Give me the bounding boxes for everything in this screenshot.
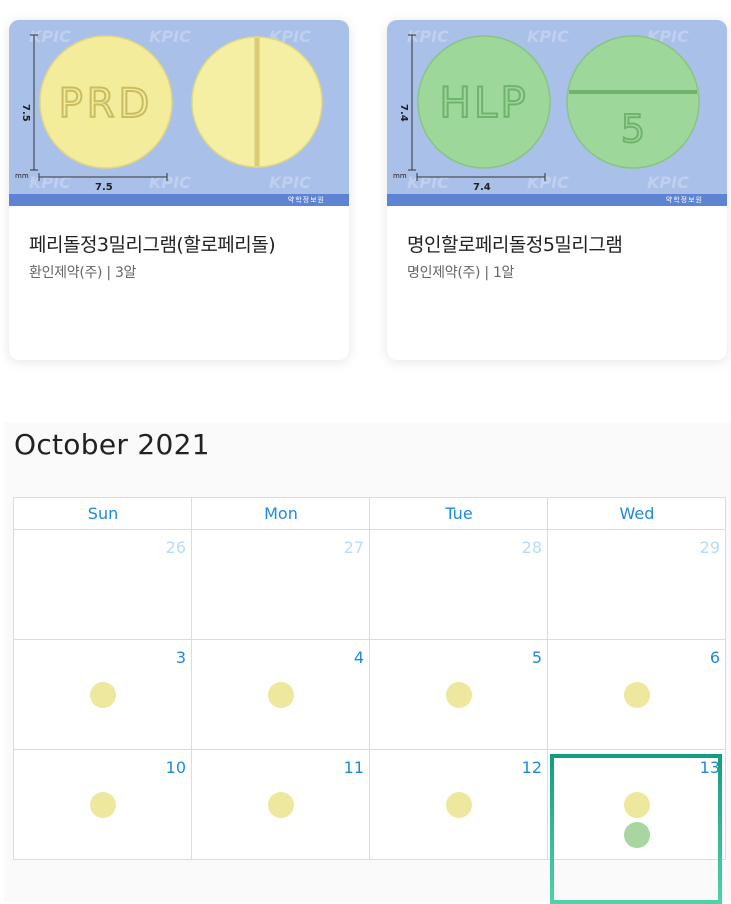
pill-maker-count: 명인제약(주) | 1알 xyxy=(407,265,515,281)
day-number: 4 xyxy=(353,648,364,667)
pill-photo-1: KPIC KPIC KPIC KPIC KPIC KPIC KPIC KPIC … xyxy=(15,27,323,193)
watermark-text: KPIC xyxy=(29,173,71,192)
calendar: October 2021 Sun Mon Tue Wed 26 27 28 29 3 4 5 6 10 1… xyxy=(4,422,731,904)
pill-width-label: 7.5 xyxy=(95,182,113,193)
yellow-pill-dot xyxy=(624,682,650,708)
pill-image-1: KPIC KPIC KPIC KPIC KPIC KPIC KPIC KPIC … xyxy=(9,20,349,206)
calendar-day-cell[interactable]: 28 xyxy=(369,530,548,640)
calendar-day-cell[interactable]: 3 xyxy=(13,640,192,750)
pill-image-2: KPIC KPIC KPIC KPIC KPIC KPIC KPIC KPIC … xyxy=(387,20,727,206)
calendar-day-cell[interactable]: 26 xyxy=(13,530,192,640)
pill-card-1[interactable]: KPIC KPIC KPIC KPIC KPIC KPIC KPIC KPIC … xyxy=(9,20,349,360)
day-number: 12 xyxy=(521,758,542,777)
today-highlight xyxy=(550,754,722,904)
calendar-day-cell[interactable]: 6 xyxy=(547,640,726,750)
image-credit: 약학정보원 xyxy=(665,196,703,204)
day-number: 5 xyxy=(531,648,542,667)
watermark-text: KPIC xyxy=(269,173,311,192)
weekday-header-wed: Wed xyxy=(547,497,726,530)
watermark-text: KPIC xyxy=(647,173,689,192)
calendar-day-cell[interactable]: 11 xyxy=(191,750,370,860)
watermark-text: KPIC xyxy=(149,173,191,192)
day-number: 26 xyxy=(165,538,186,557)
calendar-title: October 2021 xyxy=(14,428,210,461)
watermark-text: KPIC xyxy=(149,27,191,46)
yellow-pill-dot xyxy=(446,792,472,818)
pill-name[interactable]: 명인할로페리돌정5밀리그램 xyxy=(407,230,623,257)
calendar-day-cell[interactable]: 5 xyxy=(369,640,548,750)
weekday-header-sun: Sun xyxy=(13,497,192,530)
pill-height-label: 7.5 xyxy=(20,104,31,122)
pill-width-label: 7.4 xyxy=(473,182,491,193)
yellow-pill-dot xyxy=(90,682,116,708)
pill-unit-label: mm xyxy=(15,172,29,180)
pill-unit-label: mm xyxy=(393,172,407,180)
watermark-text: KPIC xyxy=(407,173,449,192)
pill-card-2[interactable]: KPIC KPIC KPIC KPIC KPIC KPIC KPIC KPIC … xyxy=(387,20,727,360)
day-number: 28 xyxy=(521,538,542,557)
yellow-pill-dot xyxy=(90,792,116,818)
pill-imprint-front: HLP xyxy=(439,78,528,127)
calendar-day-cell[interactable]: 4 xyxy=(191,640,370,750)
watermark-text: KPIC xyxy=(407,27,449,46)
pill-name[interactable]: 페리돌정3밀리그램(할로페리돌) xyxy=(29,230,276,257)
day-number: 27 xyxy=(343,538,364,557)
grid-edge xyxy=(725,497,726,860)
day-number: 11 xyxy=(343,758,364,777)
image-credit: 약학정보원 xyxy=(287,196,325,204)
pill-photo-2: KPIC KPIC KPIC KPIC KPIC KPIC KPIC KPIC … xyxy=(393,27,700,193)
watermark-text: KPIC xyxy=(527,173,569,192)
day-number: 3 xyxy=(175,648,186,667)
day-number: 29 xyxy=(699,538,720,557)
weekday-header-tue: Tue xyxy=(369,497,548,530)
day-number: 6 xyxy=(709,648,720,667)
calendar-day-cell[interactable]: 12 xyxy=(369,750,548,860)
yellow-pill-dot xyxy=(446,682,472,708)
calendar-day-cell[interactable]: 29 xyxy=(547,530,726,640)
watermark-text: KPIC xyxy=(527,27,569,46)
calendar-day-cell[interactable]: 10 xyxy=(13,750,192,860)
watermark-text: KPIC xyxy=(29,27,71,46)
yellow-pill-dot xyxy=(268,682,294,708)
pill-imprint-front: PRD xyxy=(59,81,154,127)
day-number: 10 xyxy=(165,758,186,777)
calendar-day-cell[interactable]: 27 xyxy=(191,530,370,640)
weekday-header-mon: Mon xyxy=(191,497,370,530)
pill-imprint-back: 5 xyxy=(621,107,645,151)
pill-maker-count: 환인제약(주) | 3알 xyxy=(29,265,137,281)
pill-height-label: 7.4 xyxy=(398,104,409,122)
yellow-pill-dot xyxy=(268,792,294,818)
